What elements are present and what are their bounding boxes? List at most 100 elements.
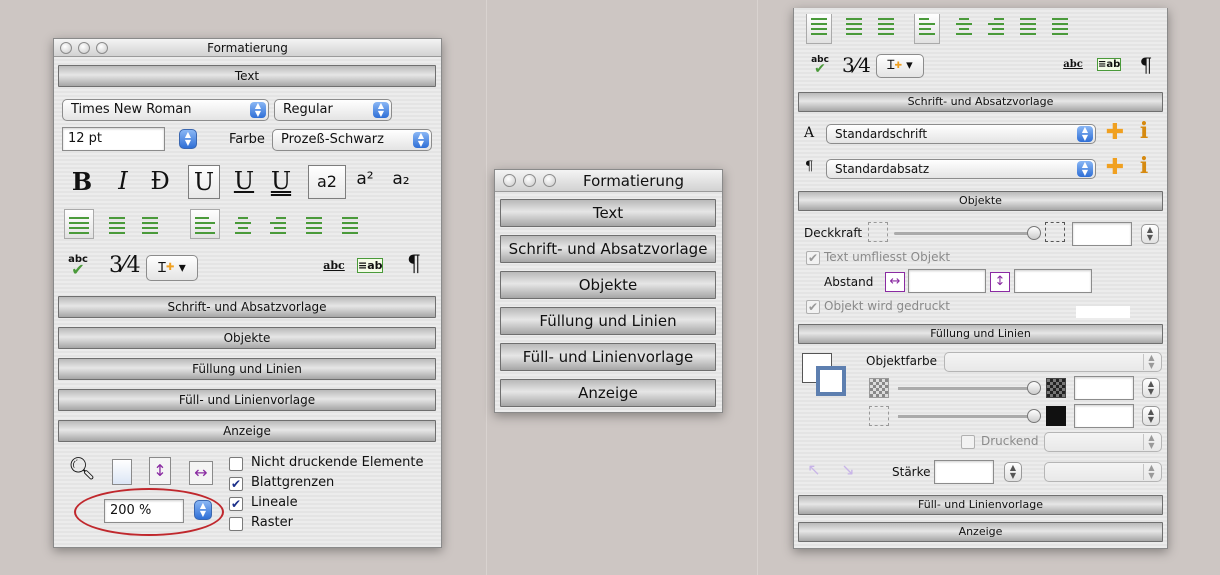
fit-page-icon[interactable] bbox=[112, 459, 132, 485]
justify-right-icon[interactable] bbox=[266, 212, 290, 236]
justify-left-icon[interactable] bbox=[190, 209, 220, 239]
word-underline-button[interactable]: U bbox=[231, 167, 257, 195]
font-size-field[interactable]: 12 pt bbox=[62, 127, 165, 151]
fill-opacity-field[interactable] bbox=[1074, 376, 1134, 400]
checkbox-rulers[interactable]: ✔ bbox=[229, 497, 243, 511]
minimize-window-button[interactable] bbox=[523, 174, 536, 187]
fraction-icon[interactable]: 3⁄4 bbox=[842, 53, 871, 77]
paragraph-mark-icon[interactable]: ¶ bbox=[406, 252, 422, 277]
checkbox-grid[interactable] bbox=[229, 517, 243, 531]
fraction-icon[interactable]: 3⁄4 bbox=[109, 253, 141, 278]
section-view[interactable]: Anzeige bbox=[58, 420, 436, 442]
align-right-icon[interactable] bbox=[874, 14, 898, 38]
printing-select[interactable]: ▲ ▼ bbox=[1044, 432, 1162, 452]
add-para-style-icon[interactable]: ✚ bbox=[1104, 155, 1126, 180]
text-frame-icon[interactable]: abc bbox=[1060, 59, 1086, 70]
checkbox-page-borders[interactable]: ✔ bbox=[229, 477, 243, 491]
spellcheck-icon[interactable]: abc ✔ bbox=[808, 56, 832, 77]
zoom-magnifier-icon[interactable]: 🔍︎ bbox=[68, 457, 96, 482]
para-style-select[interactable]: Standardabsatz ▲ ▼ bbox=[826, 159, 1096, 179]
font-family-select[interactable]: Times New Roman ▲ ▼ bbox=[62, 99, 269, 121]
section-text[interactable]: Text bbox=[500, 199, 716, 227]
superscript-button[interactable]: a² bbox=[352, 169, 378, 189]
zoom-window-button[interactable] bbox=[543, 174, 556, 187]
section-fill-lines[interactable]: Füllung und Linien bbox=[500, 307, 716, 335]
strikethrough-button[interactable]: Đ bbox=[147, 167, 173, 195]
align-left-icon[interactable] bbox=[64, 209, 94, 239]
justify-center-icon[interactable] bbox=[952, 14, 976, 38]
align-center-icon[interactable] bbox=[842, 14, 866, 38]
section-styles[interactable]: Schrift- und Absatzvorlage bbox=[58, 296, 436, 318]
justify-all-icon[interactable] bbox=[1016, 14, 1040, 38]
justify-center-icon[interactable] bbox=[231, 212, 255, 236]
section-objects[interactable]: Objekte bbox=[58, 327, 436, 349]
minimize-window-button[interactable] bbox=[78, 42, 90, 54]
justify-full-icon[interactable] bbox=[1048, 14, 1072, 38]
section-fill-lines[interactable]: Füllung und Linien bbox=[58, 358, 436, 380]
double-underline-button[interactable]: U bbox=[268, 167, 294, 195]
text-field-icon[interactable]: ≡ab bbox=[357, 258, 383, 273]
section-objects[interactable]: Objekte bbox=[798, 191, 1163, 211]
para-style-info-icon[interactable]: i bbox=[1135, 153, 1153, 179]
close-window-button[interactable] bbox=[60, 42, 72, 54]
align-right-icon[interactable] bbox=[138, 212, 162, 236]
justify-all-icon[interactable] bbox=[302, 212, 326, 236]
fill-opacity-stepper[interactable]: ▲ ▼ bbox=[1142, 378, 1160, 398]
object-color-select[interactable]: ▲ ▼ bbox=[944, 352, 1162, 372]
opacity-field[interactable] bbox=[1072, 222, 1132, 246]
char-style-select[interactable]: Standardschrift ▲ ▼ bbox=[826, 124, 1096, 144]
justify-left-icon[interactable] bbox=[914, 14, 940, 44]
stroke-width-field[interactable] bbox=[934, 460, 994, 484]
stroke-slider-thumb[interactable] bbox=[1027, 409, 1041, 423]
spellcheck-icon[interactable]: abc ✔ bbox=[66, 255, 90, 278]
zoom-stepper[interactable]: ▲ ▼ bbox=[194, 500, 212, 520]
fit-height-icon[interactable]: ↕ bbox=[149, 457, 171, 485]
fill-slider-thumb[interactable] bbox=[1027, 381, 1041, 395]
text-color-select[interactable]: Prozeß-Schwarz ▲ ▼ bbox=[272, 129, 432, 151]
checkbox-printing[interactable] bbox=[961, 435, 975, 449]
fit-width-icon[interactable]: ↔ bbox=[189, 461, 213, 485]
fill-slider-track[interactable] bbox=[898, 387, 1034, 390]
opacity-stepper[interactable]: ▲ ▼ bbox=[1141, 224, 1159, 244]
text-field-icon[interactable]: ≡ab bbox=[1097, 58, 1121, 71]
section-text[interactable]: Text bbox=[58, 65, 436, 87]
stroke-opacity-field[interactable] bbox=[1074, 404, 1134, 428]
section-view[interactable]: Anzeige bbox=[798, 522, 1163, 542]
subscript-button[interactable]: a₂ bbox=[388, 169, 414, 189]
text-frame-icon[interactable]: abc bbox=[320, 259, 348, 272]
stroke-color-swatch[interactable] bbox=[816, 366, 846, 396]
section-styles[interactable]: Schrift- und Absatzvorlage bbox=[500, 235, 716, 263]
font-size-stepper[interactable]: ▲ ▼ bbox=[179, 129, 197, 149]
align-left-icon[interactable] bbox=[806, 14, 832, 44]
stroke-slider-track[interactable] bbox=[898, 415, 1034, 418]
font-style-select[interactable]: Regular ▲ ▼ bbox=[274, 99, 392, 121]
opacity-slider-thumb[interactable] bbox=[1027, 226, 1041, 240]
stroke-width-stepper[interactable]: ▲ ▼ bbox=[1004, 462, 1022, 482]
opacity-slider-track[interactable] bbox=[894, 232, 1034, 235]
italic-button[interactable]: I bbox=[110, 167, 136, 195]
horizontal-distance-field[interactable] bbox=[908, 269, 986, 293]
section-fill-style[interactable]: Füll- und Linienvorlage bbox=[500, 343, 716, 371]
section-fill-lines[interactable]: Füllung und Linien bbox=[798, 324, 1163, 344]
justify-right-icon[interactable] bbox=[984, 14, 1008, 38]
section-fill-style[interactable]: Füll- und Linienvorlage bbox=[798, 495, 1163, 515]
paragraph-mark-icon[interactable]: ¶ bbox=[1138, 53, 1154, 77]
checkbox-object-printed[interactable]: ✔ bbox=[806, 300, 820, 314]
checkbox-nonprinting[interactable] bbox=[229, 457, 243, 471]
align-center-icon[interactable] bbox=[105, 212, 129, 236]
section-fill-style[interactable]: Füll- und Linienvorlage bbox=[58, 389, 436, 411]
char-style-info-icon[interactable]: i bbox=[1135, 118, 1153, 144]
zoom-field[interactable]: 200 % bbox=[104, 499, 184, 523]
section-styles[interactable]: Schrift- und Absatzvorlage bbox=[798, 92, 1163, 112]
section-objects[interactable]: Objekte bbox=[500, 271, 716, 299]
zoom-window-button[interactable] bbox=[96, 42, 108, 54]
arrow-end-icon[interactable]: ↘ bbox=[838, 460, 858, 479]
stroke-opacity-stepper[interactable]: ▲ ▼ bbox=[1142, 406, 1160, 426]
vertical-distance-field[interactable] bbox=[1014, 269, 1092, 293]
underline-button[interactable]: U bbox=[188, 165, 220, 199]
close-window-button[interactable] bbox=[503, 174, 516, 187]
bold-button[interactable]: B bbox=[69, 167, 95, 196]
normal-script-button[interactable]: a2 bbox=[308, 165, 346, 199]
insert-character-icon[interactable]: Ɪ✚ ▾ bbox=[146, 255, 198, 281]
add-char-style-icon[interactable]: ✚ bbox=[1104, 120, 1126, 145]
